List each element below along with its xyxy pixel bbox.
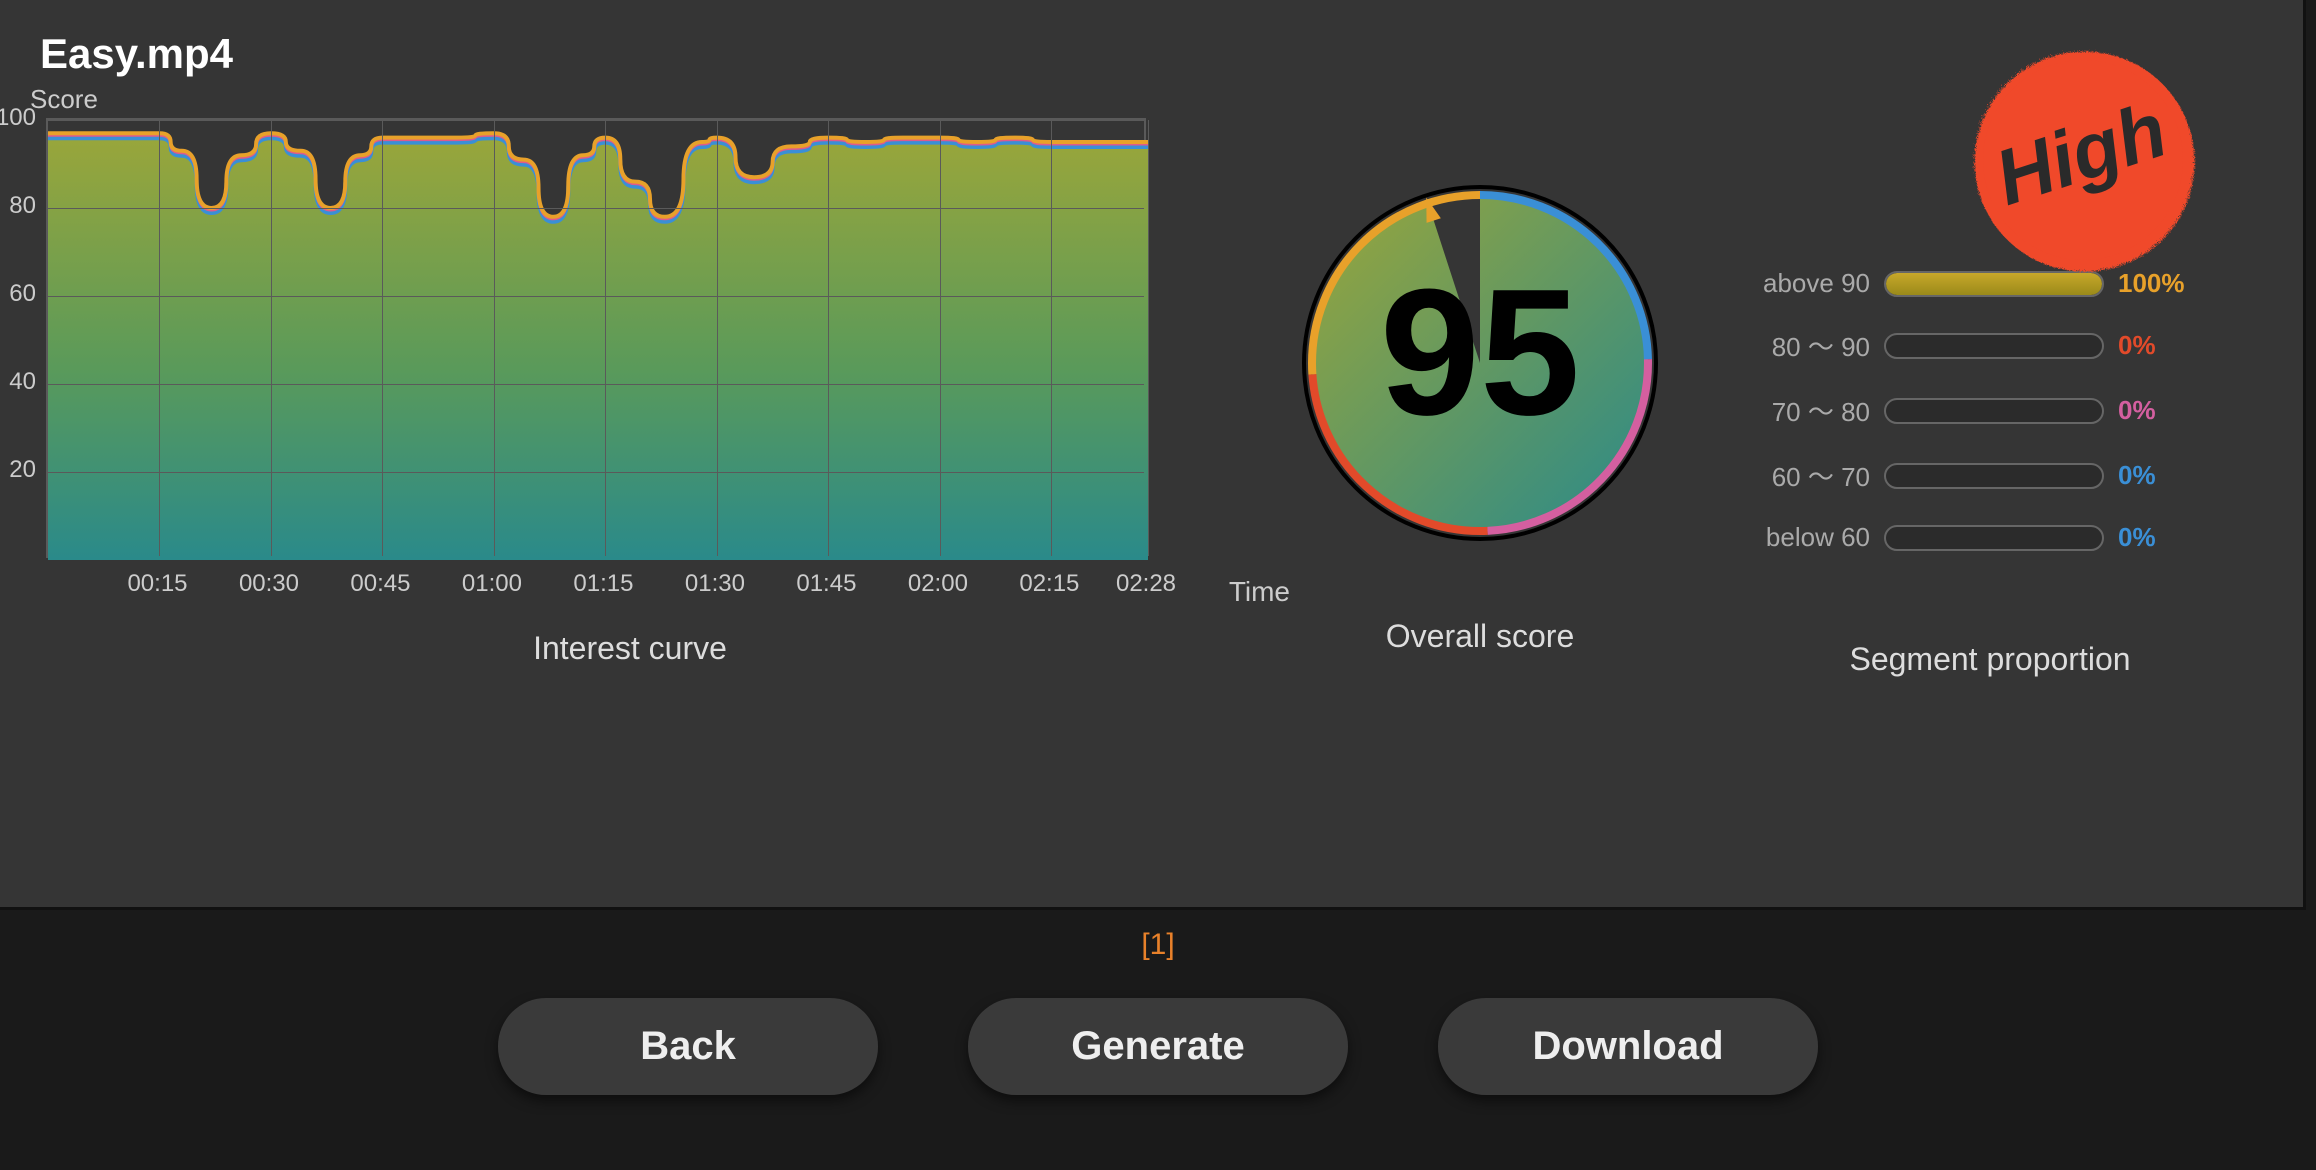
segment-proportion-section: above 90100%80 ～ 900%70 ～ 800%60 ～ 700%b… xyxy=(1740,268,2240,678)
x-tick: 01:15 xyxy=(573,570,633,598)
generate-button[interactable]: Generate xyxy=(968,998,1348,1095)
segment-label: 80 ～ 90 xyxy=(1740,327,1870,364)
page-indicator: [1] xyxy=(0,928,2316,962)
segment-row: below 60 0% xyxy=(1740,522,2240,553)
segment-label: above 90 xyxy=(1740,268,1870,299)
y-ticks: 20406080100 xyxy=(0,118,36,558)
segment-row: 80 ～ 90 0% xyxy=(1740,327,2240,364)
segment-bar xyxy=(1884,398,2104,424)
segment-percent: 0% xyxy=(2118,522,2208,553)
y-tick: 40 xyxy=(9,368,36,396)
overall-score-section: 95 Overall score xyxy=(1260,128,1700,655)
interest-curve-title: Interest curve xyxy=(40,630,1220,667)
segment-row: 70 ～ 80 0% xyxy=(1740,392,2240,429)
overall-score-title: Overall score xyxy=(1386,618,1575,655)
file-title: Easy.mp4 xyxy=(40,30,2263,78)
segment-percent: 0% xyxy=(2118,460,2208,491)
y-tick: 100 xyxy=(0,104,36,132)
x-tick: 02:28 xyxy=(1116,570,1176,598)
analysis-panel: Easy.mp4 High Score 20 40 60 80 100 xyxy=(0,0,2306,910)
segment-label: 60 ～ 70 xyxy=(1740,457,1870,494)
x-ticks: 00:15 00:30 00:45 01:00 01:15 01:30 01:45 02:00… xyxy=(46,570,1146,600)
segment-proportion-title: Segment proportion xyxy=(1849,641,2130,678)
segment-label: 70 ～ 80 xyxy=(1740,392,1870,429)
y-tick: 60 xyxy=(9,280,36,308)
segment-label: below 60 xyxy=(1740,522,1870,553)
y-tick: 80 xyxy=(9,192,36,220)
overall-score-value: 95 xyxy=(1380,249,1580,456)
x-tick: 02:15 xyxy=(1019,570,1079,598)
y-axis-label: Score xyxy=(30,84,98,115)
download-button[interactable]: Download xyxy=(1438,998,1818,1095)
x-tick: 00:15 xyxy=(127,570,187,598)
x-tick: 00:30 xyxy=(239,570,299,598)
segment-row: 60 ～ 70 0% xyxy=(1740,457,2240,494)
segment-bar xyxy=(1884,525,2104,551)
interest-curve-plot xyxy=(46,118,1146,558)
x-tick: 01:00 xyxy=(462,570,522,598)
score-gauge: 95 xyxy=(1290,128,1670,598)
interest-curve-section: Score 20406080100 Time 00:150 xyxy=(40,118,1220,667)
quality-badge: High xyxy=(1953,30,2213,290)
back-button[interactable]: Back xyxy=(498,998,878,1095)
footer: [1] Back Generate Download xyxy=(0,910,2316,1095)
y-tick: 20 xyxy=(9,456,36,484)
x-tick: 01:45 xyxy=(796,570,856,598)
segment-percent: 0% xyxy=(2118,395,2208,426)
segment-percent: 0% xyxy=(2118,330,2208,361)
x-tick: 00:45 xyxy=(350,570,410,598)
x-axis-label: Time xyxy=(1229,576,1290,608)
x-tick: 01:30 xyxy=(685,570,745,598)
segment-bar xyxy=(1884,463,2104,489)
segment-bar xyxy=(1884,333,2104,359)
x-tick: 02:00 xyxy=(908,570,968,598)
